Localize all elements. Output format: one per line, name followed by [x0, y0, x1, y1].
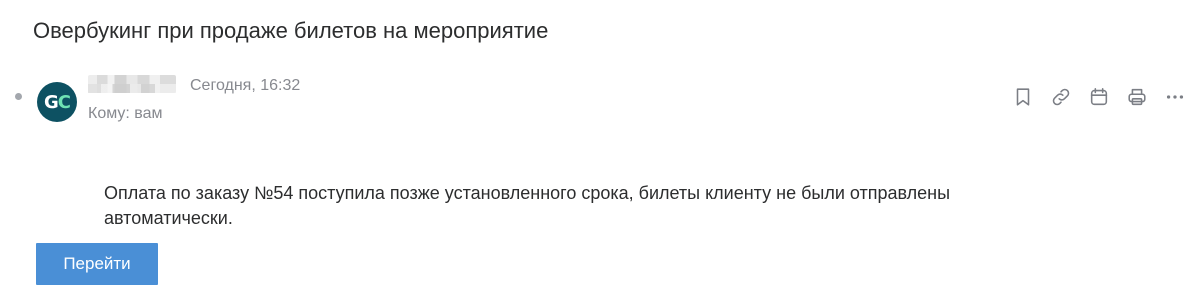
- bookmark-icon: [1016, 88, 1030, 106]
- add-to-calendar-button[interactable]: [1086, 84, 1112, 110]
- message-date: Сегодня, 16:32: [190, 77, 301, 94]
- message-subject: Овербукинг при продаже билетов на меропр…: [33, 18, 549, 43]
- calendar-icon: [1090, 87, 1108, 106]
- go-button[interactable]: Перейти: [36, 243, 158, 285]
- recipient-line: Кому: вам: [88, 105, 163, 122]
- link-icon: [1052, 88, 1070, 106]
- avatar-initial-c: C: [57, 91, 71, 113]
- printer-icon: [1128, 88, 1146, 106]
- message-body: Оплата по заказу №54 поступила позже уст…: [104, 183, 951, 228]
- sender-name-redacted[interactable]: [88, 75, 176, 93]
- copy-link-button[interactable]: [1048, 84, 1074, 110]
- more-icon: [1166, 95, 1184, 99]
- print-button[interactable]: [1124, 84, 1150, 110]
- message-actions-toolbar: [1010, 84, 1188, 110]
- avatar-initial-g: G: [44, 91, 59, 113]
- bookmark-button[interactable]: [1010, 84, 1036, 110]
- unread-indicator[interactable]: [15, 93, 22, 100]
- avatar[interactable]: GC: [37, 82, 77, 122]
- more-button[interactable]: [1162, 84, 1188, 110]
